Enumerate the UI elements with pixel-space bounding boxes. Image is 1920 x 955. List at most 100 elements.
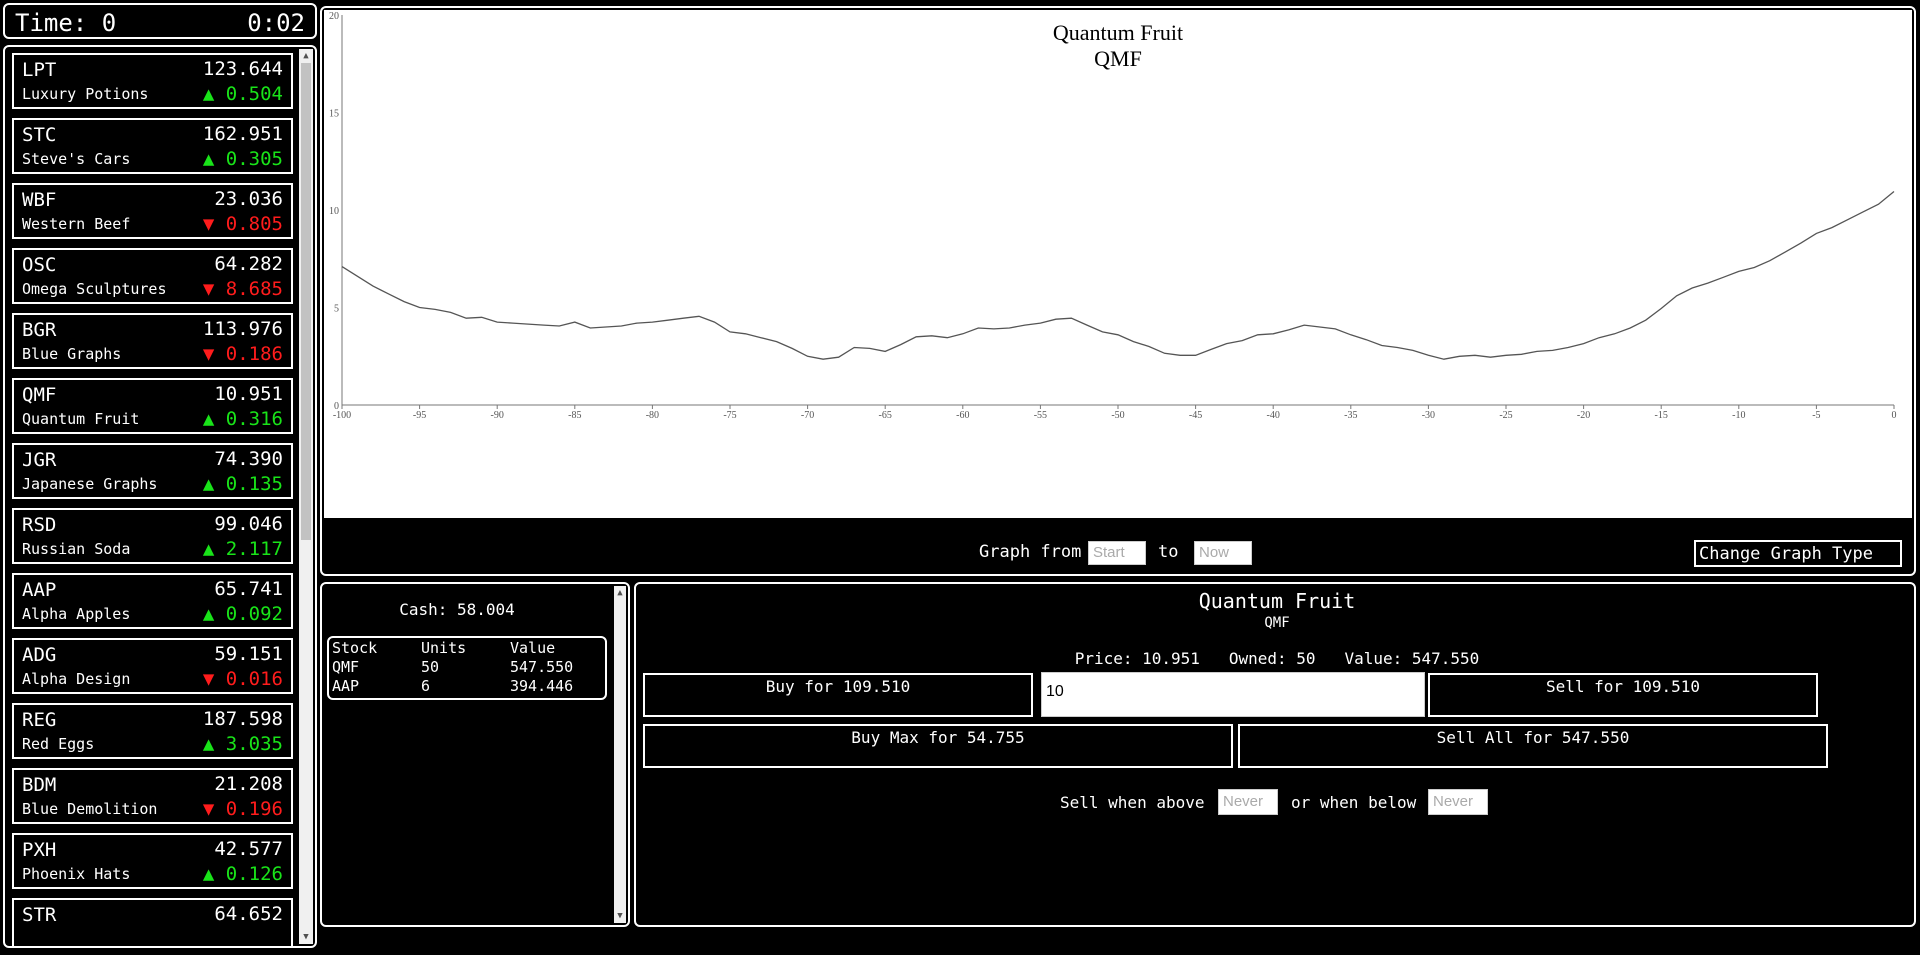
portfolio-panel: Cash: 58.004 Stock Units Value QMF 50 54… (320, 582, 630, 927)
stock-price: 21.208 (214, 773, 283, 795)
stock-change-value: 8.685 (225, 278, 283, 300)
y-tick-label: 15 (329, 109, 339, 120)
arrow-up-icon: ▲ (202, 148, 226, 170)
buy-max-button[interactable]: Buy Max for 54.755 (643, 724, 1233, 768)
holding-stock[interactable]: AAP (332, 677, 359, 695)
stock-item[interactable]: BGR 113.976 Blue Graphs ▼ 0.186 (12, 313, 293, 369)
stock-change: ▼ 0.186 (203, 343, 283, 365)
sell-below-input[interactable]: Never (1428, 789, 1488, 815)
stock-list[interactable]: LPT 123.644 Luxury Potions ▲ 0.504 STC 162.95… (3, 45, 317, 948)
graph-from-label: Graph from (979, 542, 1082, 562)
portfolio-scrollbar[interactable]: ▲ ▼ (614, 586, 626, 923)
stock-name: Omega Sculptures (22, 280, 167, 298)
stock-change: ▲ 2.117 (203, 538, 283, 560)
stock-item[interactable]: AAP 65.741 Alpha Apples ▲ 0.092 (12, 573, 293, 629)
stock-item[interactable]: QMF 10.951 Quantum Fruit ▲ 0.316 (12, 378, 293, 434)
x-tick-label: -90 (491, 410, 504, 421)
stock-change-value: 0.186 (225, 343, 283, 365)
x-tick-label: -70 (801, 410, 814, 421)
stock-price: 42.577 (214, 838, 283, 860)
header-value: Value (510, 639, 556, 657)
stock-price: 64.652 (214, 903, 283, 925)
stock-name: Luxury Potions (22, 85, 149, 103)
stock-name: Japanese Graphs (22, 475, 158, 493)
sell-button[interactable]: Sell for 109.510 (1428, 673, 1818, 717)
sell-above-input[interactable]: Never (1218, 789, 1278, 815)
stock-list-scrollbar[interactable]: ▲ ▼ (299, 49, 313, 944)
x-tick-label: -100 (333, 410, 351, 421)
stock-symbol: OSC (22, 254, 57, 276)
stock-change: ▲ 0.504 (203, 83, 283, 105)
stock-symbol: RSD (22, 514, 57, 536)
graph-controls: Graph from Start to Now Change Graph Typ… (322, 518, 1914, 574)
trade-stock-name: Quantum Fruit (1198, 589, 1356, 613)
scroll-up-icon[interactable]: ▲ (614, 586, 626, 600)
y-tick-label: 20 (329, 11, 339, 22)
arrow-down-icon: ▼ (202, 278, 226, 300)
arrow-down-icon: ▼ (202, 668, 226, 690)
stock-symbol: ADG (22, 644, 57, 666)
x-tick-label: -20 (1577, 410, 1590, 421)
stock-item[interactable]: REG 187.598 Red Eggs ▲ 3.035 (12, 703, 293, 759)
stock-item[interactable]: OSC 64.282 Omega Sculptures ▼ 8.685 (12, 248, 293, 304)
stock-item[interactable]: BDM 21.208 Blue Demolition ▼ 0.196 (12, 768, 293, 824)
graph-from-input[interactable]: Start (1088, 541, 1146, 565)
stock-change-value: 0.016 (225, 668, 283, 690)
cash-display: Cash: 58.004 (399, 600, 515, 619)
stock-name: Blue Graphs (22, 345, 122, 363)
holding-stock[interactable]: QMF (332, 658, 359, 676)
stock-name: Steve's Cars (22, 150, 131, 168)
graph-to-label: to (1158, 542, 1179, 562)
stock-item[interactable]: RSD 99.046 Russian Soda ▲ 2.117 (12, 508, 293, 564)
stock-item[interactable]: STC 162.951 Steve's Cars ▲ 0.305 (12, 118, 293, 174)
holding-units: 50 (421, 658, 440, 676)
stock-symbol: JGR (22, 449, 57, 471)
trade-stock-symbol: QMF (1264, 615, 1290, 631)
stock-name: Alpha Design (22, 670, 131, 688)
x-tick-label: -80 (646, 410, 659, 421)
stock-symbol: STC (22, 124, 57, 146)
x-tick-label: -5 (1812, 410, 1820, 421)
arrow-up-icon: ▲ (202, 408, 226, 430)
stock-item[interactable]: PXH 42.577 Phoenix Hats ▲ 0.126 (12, 833, 293, 889)
buy-button[interactable]: Buy for 109.510 (643, 673, 1033, 717)
stock-change: ▲ 0.305 (203, 148, 283, 170)
stock-change: ▲ 0.092 (203, 603, 283, 625)
stock-symbol: BDM (22, 774, 57, 796)
stock-item[interactable]: JGR 74.390 Japanese Graphs ▲ 0.135 (12, 443, 293, 499)
time-clock: 0:02 (247, 9, 305, 37)
stock-change: ▼ 0.196 (203, 798, 283, 820)
scroll-down-icon[interactable]: ▼ (614, 909, 626, 923)
stock-price: 64.282 (214, 253, 283, 275)
sell-below-label: or when below (1291, 793, 1417, 812)
stock-change: ▲ 0.126 (203, 863, 283, 885)
sell-all-button[interactable]: Sell All for 547.550 (1238, 724, 1828, 768)
stock-item[interactable]: LPT 123.644 Luxury Potions ▲ 0.504 (12, 53, 293, 109)
stock-item[interactable]: STR 64.652 (12, 898, 293, 946)
arrow-up-icon: ▲ (202, 538, 226, 560)
x-tick-label: -25 (1499, 410, 1512, 421)
x-tick-label: -85 (568, 410, 581, 421)
scroll-up-icon[interactable]: ▲ (299, 49, 313, 63)
stock-price: 123.644 (202, 58, 283, 80)
stock-item[interactable]: ADG 59.151 Alpha Design ▼ 0.016 (12, 638, 293, 694)
scrollbar-thumb[interactable] (301, 63, 311, 540)
graph-to-input[interactable]: Now (1194, 541, 1252, 565)
quantity-input[interactable]: 10 (1041, 672, 1425, 717)
stock-change: ▼ 0.016 (203, 668, 283, 690)
stock-item[interactable]: WBF 23.036 Western Beef ▼ 0.805 (12, 183, 293, 239)
arrow-up-icon: ▲ (202, 603, 226, 625)
chart-subtitle: QMF (1094, 46, 1142, 71)
change-graph-type-button[interactable]: Change Graph Type (1694, 540, 1902, 567)
stock-price: 65.741 (214, 578, 283, 600)
arrow-down-icon: ▼ (202, 213, 226, 235)
time-label: Time: 0 (15, 9, 117, 37)
x-tick-label: -45 (1189, 410, 1202, 421)
x-tick-label: -40 (1267, 410, 1280, 421)
stock-symbol: WBF (22, 189, 57, 211)
x-tick-label: -15 (1655, 410, 1668, 421)
scroll-down-icon[interactable]: ▼ (299, 930, 313, 944)
price-chart: Quantum Fruit QMF 0 5 10 15 20 -100 -95 -90 -85 -… (324, 10, 1912, 518)
stock-name: Blue Demolition (22, 800, 158, 818)
chart-title: Quantum Fruit (1053, 20, 1183, 45)
